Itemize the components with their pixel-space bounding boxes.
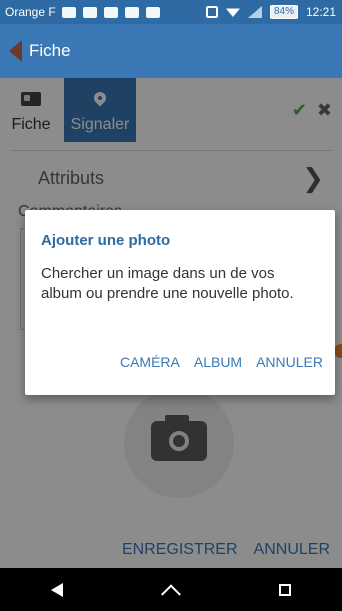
signal-icon <box>247 6 262 18</box>
add-photo-dialog: Ajouter une photo Chercher un image dans… <box>25 210 335 395</box>
battery-indicator: 84% <box>269 5 298 19</box>
facebook-icon <box>82 6 97 18</box>
status-bar: Orange F 84% 12:21 <box>0 0 342 24</box>
status-indicators: 84% 12:21 <box>205 5 342 19</box>
carrier-label: Orange F <box>5 5 56 19</box>
wifi-icon <box>225 8 240 17</box>
chat-icon <box>124 6 139 18</box>
camera-button[interactable]: CAMÉRA <box>120 354 180 370</box>
nav-home-icon[interactable] <box>161 583 181 604</box>
dialog-buttons: CAMÉRA ALBUM ANNULER <box>120 354 323 370</box>
album-button[interactable]: ALBUM <box>194 354 242 370</box>
mail-icon <box>145 6 160 18</box>
clock: 12:21 <box>305 5 336 19</box>
nav-back-icon[interactable] <box>50 582 63 597</box>
dialog-message: Chercher un image dans un de vos album o… <box>41 265 294 302</box>
app-notification-icon <box>103 6 118 18</box>
dialog-cancel-button[interactable]: ANNULER <box>256 354 323 370</box>
dialog-title: Ajouter une photo <box>41 232 171 249</box>
back-arrow-icon[interactable] <box>9 40 22 62</box>
vibrate-icon <box>205 6 218 18</box>
system-nav-bar <box>0 568 342 611</box>
notification-icons <box>61 6 160 18</box>
app-bar: Fiche <box>0 24 342 78</box>
nav-recent-apps-icon[interactable] <box>279 583 292 596</box>
message-icon <box>61 6 76 18</box>
page-title: Fiche <box>29 41 71 60</box>
